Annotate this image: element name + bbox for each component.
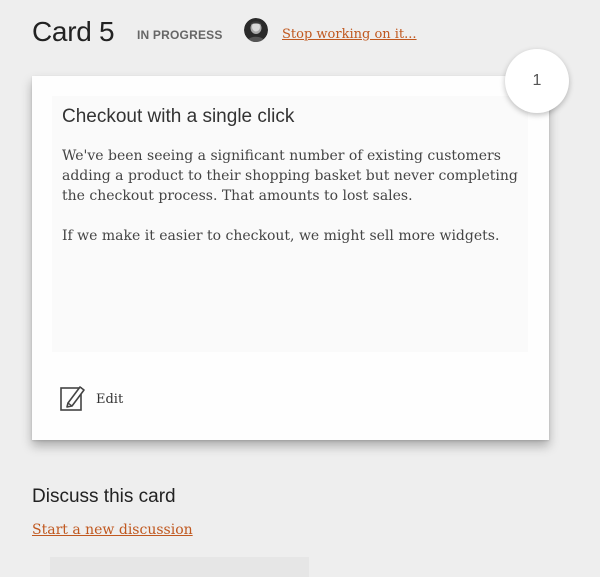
discussion-panel bbox=[50, 557, 309, 577]
edit-button[interactable]: Edit bbox=[60, 384, 160, 414]
discuss-heading: Discuss this card bbox=[32, 486, 176, 507]
card-description-paragraph: We've been seeing a significant number o… bbox=[62, 148, 518, 204]
card-header: Card 5 IN PROGRESS Stop working on it... bbox=[32, 14, 572, 50]
pencil-edit-icon bbox=[60, 384, 86, 412]
avatar-icon bbox=[244, 18, 268, 42]
card-description: We've been seeing a significant number o… bbox=[62, 146, 522, 266]
card-title: Checkout with a single click bbox=[62, 106, 295, 127]
avatar[interactable] bbox=[244, 18, 268, 42]
story-card: Checkout with a single click We've been … bbox=[32, 76, 549, 440]
vote-count-badge: 1 bbox=[505, 49, 569, 113]
status-badge: IN PROGRESS bbox=[137, 28, 223, 42]
card-description-paragraph: If we make it easier to checkout, we mig… bbox=[62, 228, 500, 244]
new-discussion-link[interactable]: Start a new discussion bbox=[32, 522, 193, 538]
card-content: Checkout with a single click We've been … bbox=[52, 96, 528, 352]
stop-working-link[interactable]: Stop working on it... bbox=[282, 27, 417, 42]
edit-label: Edit bbox=[96, 392, 124, 407]
card-number-title: Card 5 bbox=[32, 16, 115, 47]
